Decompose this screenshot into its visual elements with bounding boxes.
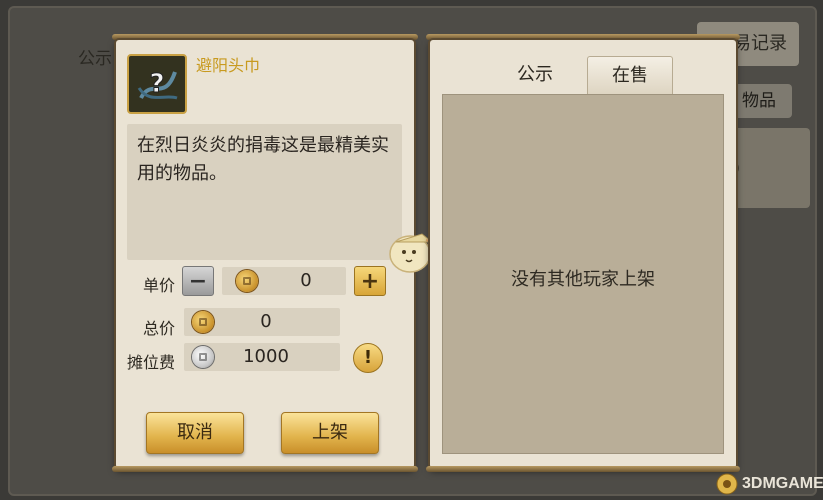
watermark-text: 3DMGAME [742, 475, 823, 492]
watermark-logo-icon [716, 473, 738, 495]
watermark: 3DMGAME [716, 472, 823, 496]
cancel-button[interactable]: 取消 [146, 412, 244, 454]
tab-announcement[interactable]: 公示 [492, 56, 578, 94]
unit-price-label: 单价 [143, 276, 176, 295]
stall-fee-value: 1000 [243, 346, 289, 367]
total-price-label: 总价 [143, 319, 176, 338]
total-price-value: 0 [260, 311, 272, 332]
item-name: 避阳头巾 [196, 56, 261, 75]
silver-coin-icon [192, 346, 214, 368]
item-icon-slot[interactable]: ? [127, 54, 187, 114]
tab-on-sale[interactable]: 在售 [587, 56, 673, 94]
empty-listing-message: 没有其他玩家上架 [511, 269, 655, 290]
gold-coin-icon [236, 270, 258, 292]
unit-price-value: 0 [300, 270, 312, 291]
list-for-sale-button[interactable]: 上架 [281, 412, 379, 454]
item-description: 在烈日炎炎的捐毒这是最精美实用的物品。 [127, 124, 402, 260]
left-panel-bottom-rod [112, 466, 418, 472]
decrease-price-button[interactable]: − [182, 266, 214, 296]
svg-text:?: ? [149, 69, 164, 99]
right-panel-bottom-rod [426, 466, 740, 472]
background-tab-announce: 公示 [78, 49, 112, 69]
question-mark-icon: ? [137, 69, 178, 100]
stall-fee-label: 摊位费 [127, 353, 176, 372]
gold-coin-icon [192, 311, 214, 333]
stall-fee-info-button[interactable]: ! [353, 343, 383, 373]
